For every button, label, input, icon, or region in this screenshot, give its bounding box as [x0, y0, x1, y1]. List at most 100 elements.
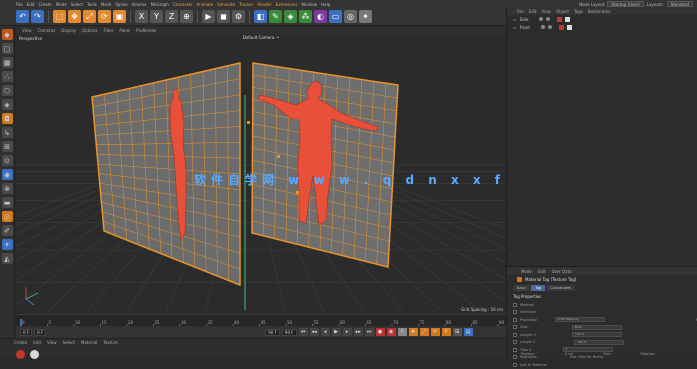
- visibility-editor-dot[interactable]: [540, 25, 545, 29]
- end-frame-field[interactable]: 90 F: [265, 328, 280, 336]
- prev-key-icon[interactable]: ◂◂: [309, 328, 319, 336]
- render-picture-icon[interactable]: ◼: [217, 10, 230, 23]
- texture-mode-icon[interactable]: ▦: [1, 57, 13, 68]
- prev-frame-icon[interactable]: ◂: [320, 328, 330, 336]
- menu-item-select[interactable]: Select: [69, 2, 85, 7]
- model-mode-icon[interactable]: ▢: [1, 43, 13, 54]
- menu-item-mode[interactable]: Mode: [54, 2, 69, 7]
- viewport-solo-icon[interactable]: ◭: [1, 253, 13, 264]
- cube-icon[interactable]: ◧: [254, 10, 267, 23]
- start-frame-field[interactable]: 0 F: [20, 328, 33, 336]
- menu-item-edit[interactable]: Edit: [25, 2, 37, 7]
- viewport-menu-prorender[interactable]: ProRender: [136, 28, 157, 33]
- rotate-icon[interactable]: ⟳: [98, 10, 111, 23]
- am-menu-user-data[interactable]: User Data: [552, 269, 572, 274]
- material-menu-view[interactable]: View: [47, 340, 57, 345]
- next-key-icon[interactable]: ▸▸: [353, 328, 363, 336]
- menu-item-character[interactable]: Character: [171, 2, 195, 7]
- material-menu-select[interactable]: Select: [63, 340, 75, 345]
- pen-icon[interactable]: ✎: [269, 10, 282, 23]
- om-menu-view[interactable]: View: [541, 9, 551, 14]
- attribute-checkbox[interactable]: [513, 325, 517, 330]
- preview-end-field[interactable]: 90 F: [281, 328, 297, 336]
- tab-basic[interactable]: Basic: [513, 285, 531, 291]
- coordinate-system-icon[interactable]: ⊕: [180, 10, 193, 23]
- enable-axis-icon[interactable]: ↳: [1, 127, 13, 138]
- attribute-checkbox[interactable]: [513, 317, 517, 322]
- layouts-select[interactable]: Standard: [666, 1, 693, 7]
- key-param-icon[interactable]: P: [441, 328, 451, 336]
- uv-mode-icon[interactable]: ◘: [1, 113, 13, 124]
- front-plane[interactable]: [251, 62, 399, 268]
- menu-item-mograph[interactable]: MoGraph: [149, 2, 171, 7]
- menu-item-extensions[interactable]: Extensions: [274, 2, 300, 7]
- viewport[interactable]: Perspective Default Camera ·• Grid Spaci…: [16, 35, 506, 314]
- menu-item-window[interactable]: Window: [299, 2, 319, 7]
- visibility-editor-dot[interactable]: [539, 17, 544, 21]
- attribute-checkbox[interactable]: [513, 340, 517, 345]
- material-tag-icon[interactable]: [557, 16, 563, 22]
- keyframe-selection-icon[interactable]: ?: [397, 328, 407, 336]
- menu-item-tools[interactable]: Tools: [85, 2, 99, 7]
- attribute-value[interactable]: 100 %: [571, 332, 622, 338]
- om-menu-object[interactable]: Object: [556, 9, 569, 14]
- texture-tag-icon[interactable]: [565, 16, 571, 22]
- timeline-layout-icon[interactable]: ▤: [463, 328, 473, 336]
- camera-icon[interactable]: ◎: [344, 10, 357, 23]
- redo-icon[interactable]: ↷: [31, 10, 44, 23]
- menu-item-mesh[interactable]: Mesh: [99, 2, 114, 7]
- viewport-menu-panel[interactable]: Panel: [119, 28, 130, 33]
- key-position-icon[interactable]: ✥: [408, 328, 418, 336]
- next-frame-icon[interactable]: ▸: [342, 328, 352, 336]
- key-rotation-icon[interactable]: ⟳: [430, 328, 440, 336]
- autokey-icon[interactable]: ◉: [386, 328, 396, 336]
- attribute-checkbox[interactable]: [513, 362, 517, 367]
- viewport-menu-cameras[interactable]: Cameras: [38, 28, 56, 33]
- key-pla-icon[interactable]: ⊞: [452, 328, 462, 336]
- subdivision-icon[interactable]: ◈: [284, 10, 297, 23]
- record-icon[interactable]: ●: [375, 328, 385, 336]
- menu-item-simulate[interactable]: Simulate: [215, 2, 237, 7]
- current-frame-field[interactable]: 0 F: [34, 328, 47, 336]
- polygons-mode-icon[interactable]: ◈: [1, 99, 13, 110]
- attribute-value[interactable]: Both: [571, 324, 622, 330]
- om-menu-file[interactable]: File: [517, 9, 524, 14]
- tab-tag[interactable]: Tag: [531, 285, 546, 291]
- deformer-icon[interactable]: ◐: [314, 10, 327, 23]
- lock-workplane-icon[interactable]: ⊗: [1, 183, 13, 194]
- viewport-menu-filter[interactable]: Filter: [103, 28, 113, 33]
- tab-coordinates[interactable]: Coordinates: [546, 285, 576, 291]
- menu-item-animate[interactable]: Animate: [195, 2, 216, 7]
- planar-workplane-icon[interactable]: ▬: [1, 197, 13, 208]
- attribute-checkbox[interactable]: [513, 302, 517, 307]
- object-row[interactable]: ▭ Side: [507, 15, 697, 23]
- om-menu-bookmarks[interactable]: Bookmarks: [588, 9, 610, 14]
- am-menu-edit[interactable]: Edit: [538, 269, 546, 274]
- edges-mode-icon[interactable]: ⬡: [1, 85, 13, 96]
- position-value[interactable]: 0 cm: [565, 352, 574, 356]
- attribute-value[interactable]: UVW Mapping: [554, 317, 605, 323]
- attribute-checkbox[interactable]: [513, 332, 517, 337]
- move-icon[interactable]: ✥: [68, 10, 81, 23]
- workplane-icon[interactable]: ◉: [1, 169, 13, 180]
- timeline[interactable]: 0 5 10 15 20 25 30 35 40 45 50 55 60 65 70 75 80 85 90: [16, 314, 506, 329]
- snap-icon[interactable]: ⊙: [1, 155, 13, 166]
- menu-item-render[interactable]: Render: [255, 2, 273, 7]
- go-to-start-icon[interactable]: ⏮: [298, 328, 308, 336]
- paint-icon[interactable]: ✐: [1, 225, 13, 236]
- attribute-value[interactable]: 100 %: [574, 339, 625, 345]
- material-menu-create[interactable]: Create: [14, 340, 27, 345]
- om-menu-edit[interactable]: Edit: [529, 9, 537, 14]
- om-menu-tags[interactable]: Tags: [574, 9, 583, 14]
- recent-tools-icon[interactable]: ▣: [113, 10, 126, 23]
- material-menu-texture[interactable]: Texture: [103, 340, 118, 345]
- sculpt-icon[interactable]: ✈: [1, 239, 13, 250]
- scale-icon[interactable]: ⤢: [83, 10, 96, 23]
- material-tag-icon[interactable]: [558, 24, 564, 30]
- am-menu-mode[interactable]: Mode: [521, 269, 532, 274]
- z-axis-icon[interactable]: Z: [165, 10, 178, 23]
- menu-item-tracker[interactable]: Tracker: [237, 2, 255, 7]
- make-editable-icon[interactable]: ◆: [1, 29, 13, 40]
- render-settings-icon[interactable]: ⚙: [232, 10, 245, 23]
- viewport-menu-view[interactable]: View: [22, 28, 32, 33]
